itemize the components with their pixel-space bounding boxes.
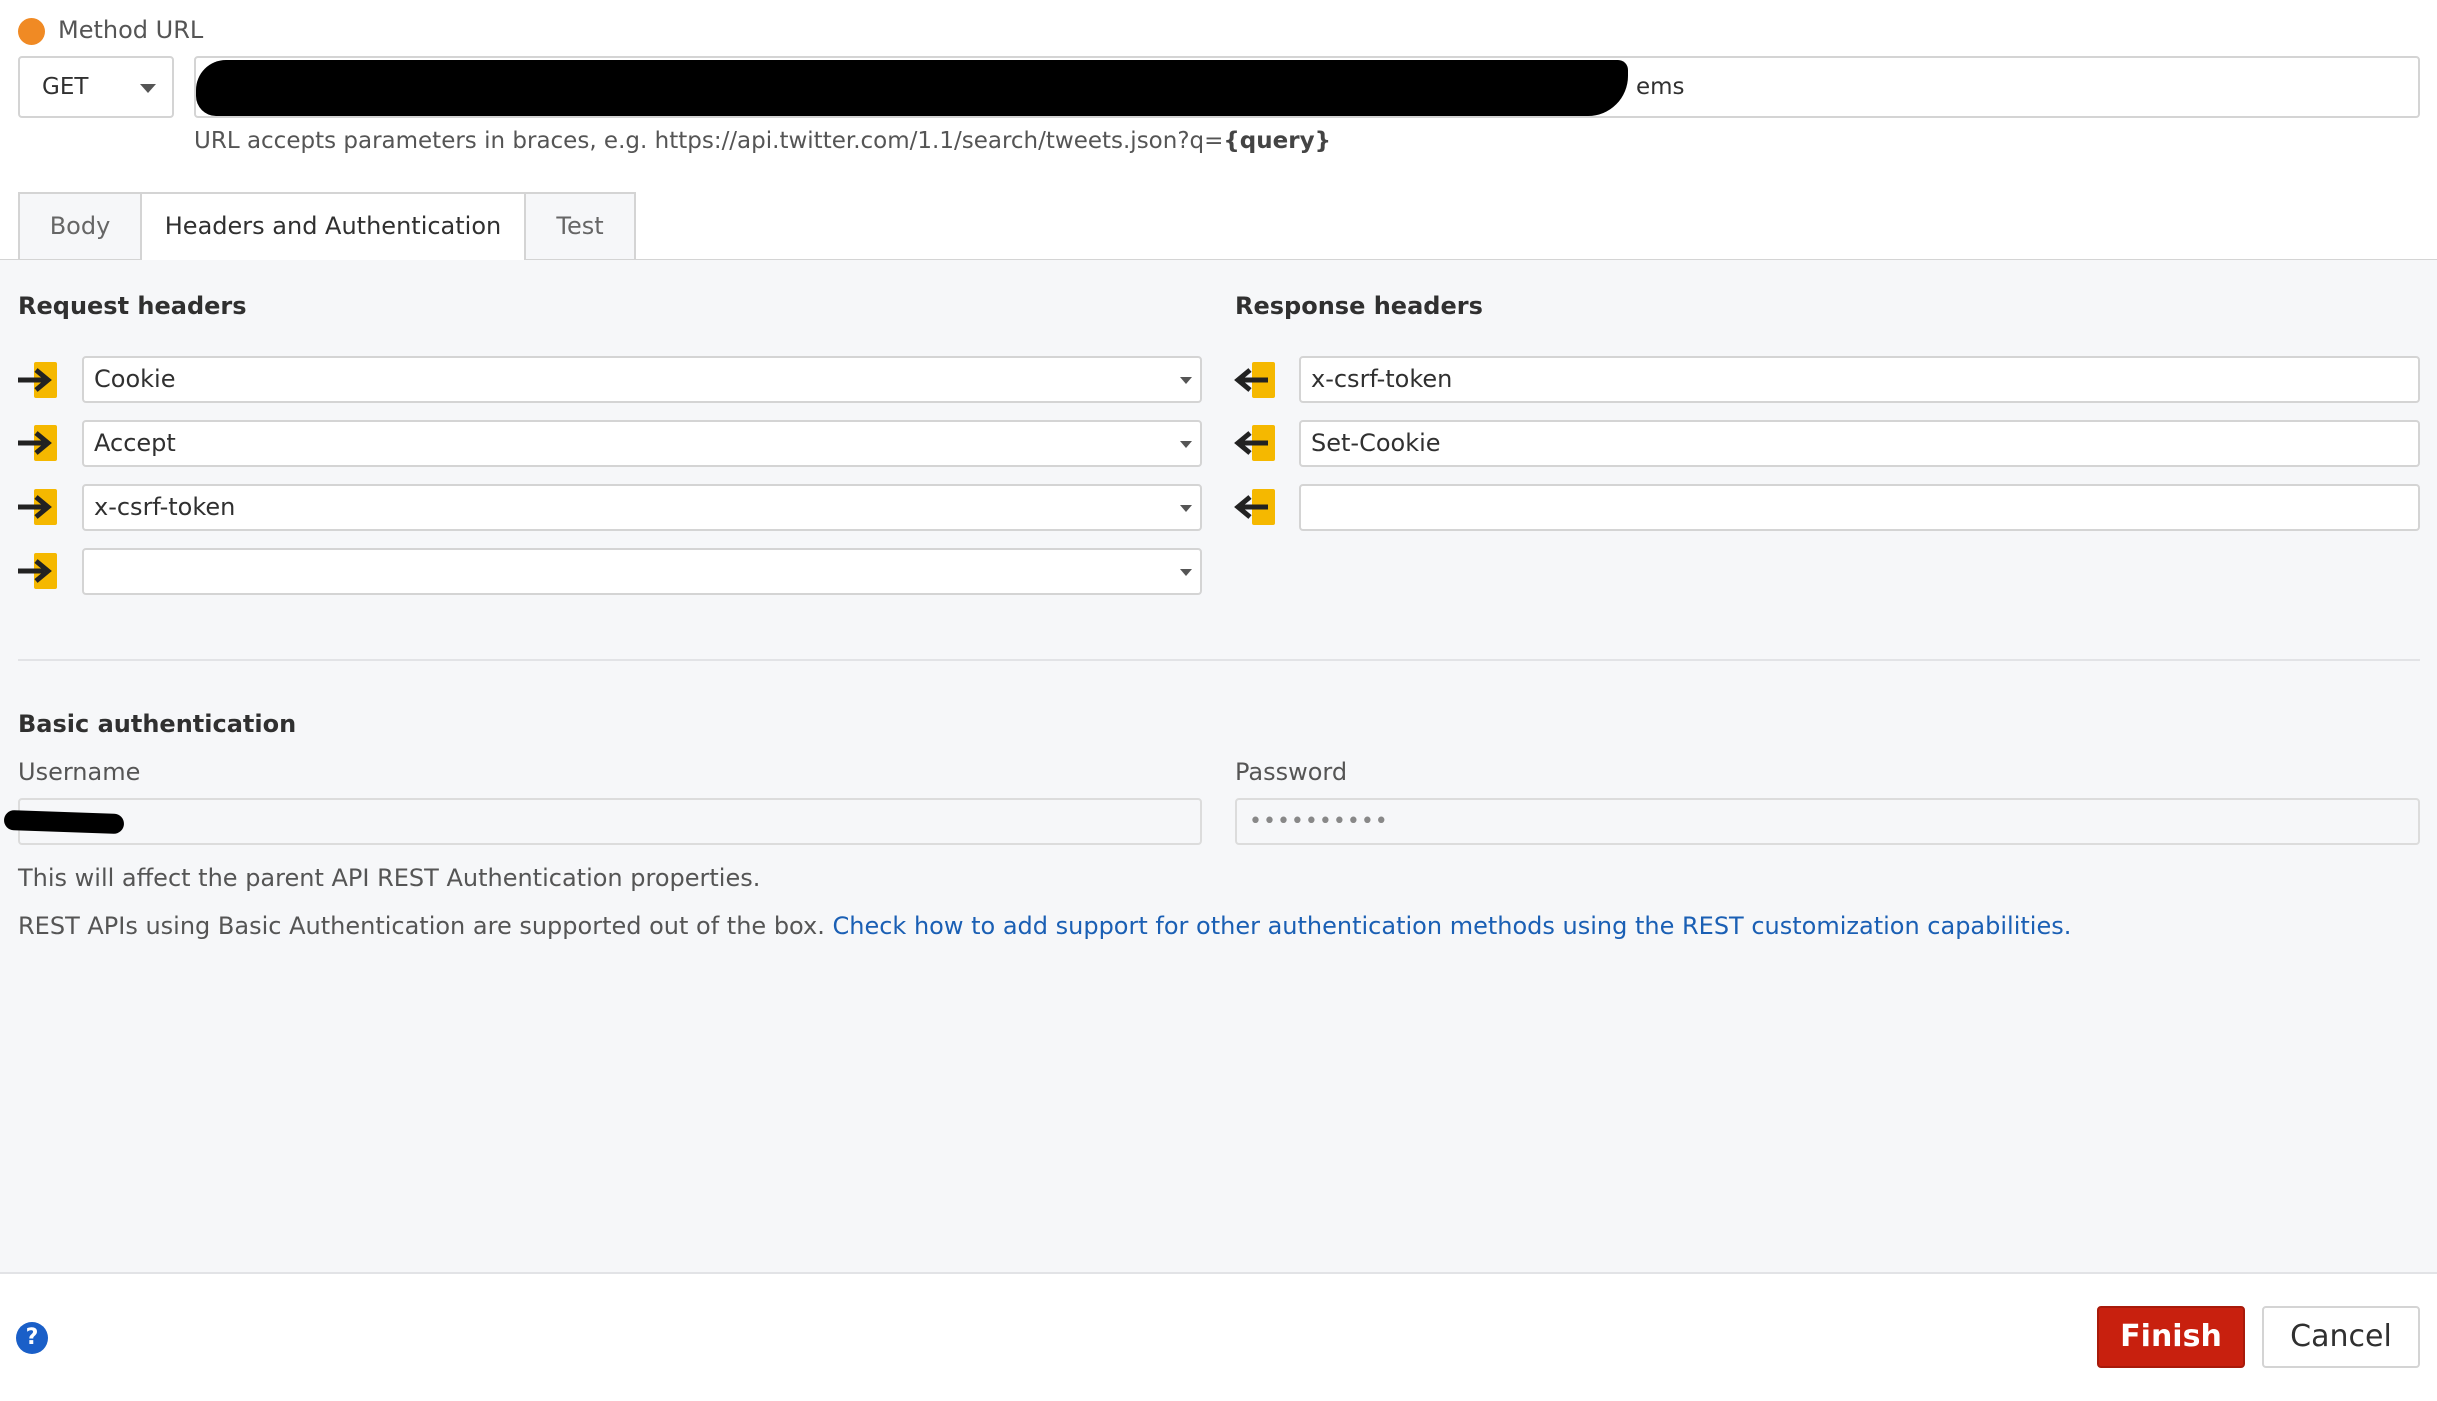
url-visible-suffix: ems bbox=[1636, 74, 1685, 100]
request-header-field[interactable]: Cookie bbox=[82, 356, 1202, 403]
url-redaction-mark bbox=[196, 60, 1628, 116]
footer-divider bbox=[0, 1272, 2437, 1274]
auth-support-text: REST APIs using Basic Authentication are… bbox=[18, 912, 825, 940]
chevron-down-icon[interactable] bbox=[1180, 441, 1192, 448]
auth-support-note: REST APIs using Basic Authentication are… bbox=[18, 912, 2071, 940]
request-header-field[interactable]: x-csrf-token bbox=[82, 484, 1202, 531]
username-label: Username bbox=[18, 758, 141, 786]
finish-button[interactable]: Finish bbox=[2097, 1306, 2245, 1368]
username-field[interactable] bbox=[18, 798, 1202, 845]
rest-customization-link[interactable]: Check how to add support for other authe… bbox=[832, 912, 2071, 940]
method-select[interactable]: GET bbox=[18, 56, 174, 118]
password-field[interactable]: •••••••••• bbox=[1235, 798, 2420, 845]
request-headers-title: Request headers bbox=[18, 292, 247, 320]
arrow-left-out-of-box-icon bbox=[1234, 425, 1275, 461]
response-header-value: x-csrf-token bbox=[1311, 365, 1453, 393]
basic-authentication-title: Basic authentication bbox=[18, 710, 297, 738]
status-dot-icon bbox=[18, 18, 45, 45]
method-url-label: Method URL bbox=[58, 16, 204, 44]
tab-body[interactable]: Body bbox=[18, 192, 142, 259]
response-header-field[interactable] bbox=[1299, 484, 2420, 531]
response-headers-title: Response headers bbox=[1235, 292, 1483, 320]
help-icon[interactable]: ? bbox=[16, 1322, 48, 1354]
cancel-button[interactable]: Cancel bbox=[2262, 1306, 2420, 1368]
content-panel bbox=[0, 260, 2437, 1272]
response-header-field[interactable]: Set-Cookie bbox=[1299, 420, 2420, 467]
request-header-field[interactable]: Accept bbox=[82, 420, 1202, 467]
request-header-value: Cookie bbox=[94, 365, 176, 393]
request-header-value: Accept bbox=[94, 429, 176, 457]
tab-headers-and-authentication[interactable]: Headers and Authentication bbox=[140, 192, 526, 261]
section-divider bbox=[18, 659, 2420, 661]
arrow-left-out-of-box-icon bbox=[1234, 362, 1275, 398]
arrow-right-into-box-icon bbox=[18, 425, 57, 461]
chevron-down-icon bbox=[140, 84, 156, 93]
auth-note: This will affect the parent API REST Aut… bbox=[18, 864, 761, 892]
request-header-value: x-csrf-token bbox=[94, 493, 236, 521]
tab-test[interactable]: Test bbox=[524, 192, 636, 259]
chevron-down-icon[interactable] bbox=[1180, 569, 1192, 576]
response-header-value: Set-Cookie bbox=[1311, 429, 1441, 457]
username-redaction-mark bbox=[3, 809, 125, 835]
arrow-right-into-box-icon bbox=[18, 362, 57, 398]
response-header-field[interactable]: x-csrf-token bbox=[1299, 356, 2420, 403]
arrow-right-into-box-icon bbox=[18, 489, 57, 525]
chevron-down-icon[interactable] bbox=[1180, 377, 1192, 384]
url-hint: URL accepts parameters in braces, e.g. h… bbox=[194, 128, 1331, 154]
password-value: •••••••••• bbox=[1249, 809, 1389, 834]
request-header-field[interactable] bbox=[82, 548, 1202, 595]
password-label: Password bbox=[1235, 758, 1348, 786]
url-hint-param: {query} bbox=[1223, 128, 1331, 154]
chevron-down-icon[interactable] bbox=[1180, 505, 1192, 512]
arrow-right-into-box-icon bbox=[18, 553, 57, 589]
arrow-left-out-of-box-icon bbox=[1234, 489, 1275, 525]
url-hint-text: URL accepts parameters in braces, e.g. h… bbox=[194, 128, 1224, 154]
method-value: GET bbox=[42, 74, 89, 100]
